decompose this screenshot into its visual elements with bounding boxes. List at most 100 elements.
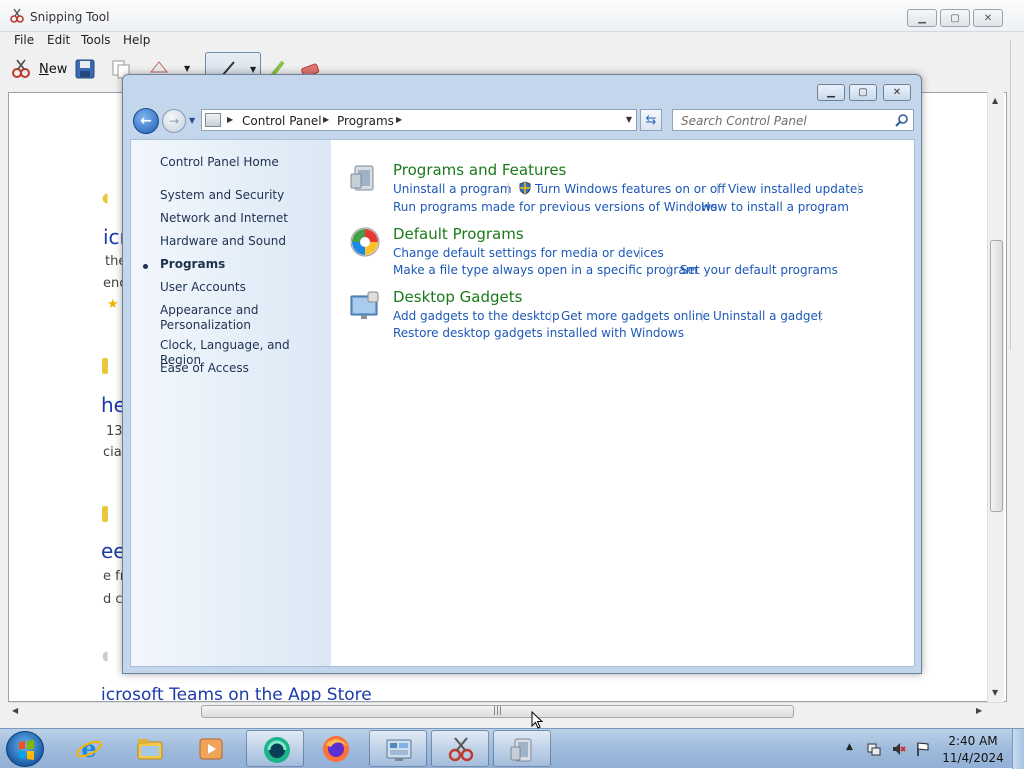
desktop-gadgets-icon[interactable] — [349, 290, 381, 322]
volume-muted-icon[interactable] — [891, 741, 907, 757]
taskbar-programs[interactable] — [493, 730, 551, 767]
minimize-button[interactable]: ▁ — [907, 9, 937, 27]
cp-close-button[interactable]: ✕ — [883, 84, 911, 101]
main-content: Programs and Features Uninstall a progra… — [331, 140, 914, 666]
breadcrumb-arrow-icon[interactable]: ▶ — [396, 115, 402, 124]
default-programs-icon[interactable] — [349, 226, 381, 258]
vertical-scroll-thumb[interactable] — [990, 240, 1003, 512]
search-input[interactable]: Search Control Panel — [672, 109, 914, 131]
menu-tools[interactable]: Tools — [81, 33, 111, 47]
category-desktop-gadgets[interactable]: Desktop Gadgets — [393, 288, 522, 306]
horizontal-scroll-thumb[interactable]: ||| — [201, 705, 794, 718]
recent-pages-dropdown-icon[interactable]: ▼ — [189, 116, 195, 125]
link-get-more-gadgets[interactable]: Get more gadgets online — [561, 309, 710, 323]
cp-maximize-button[interactable]: ▢ — [849, 84, 877, 101]
page-fragment-mark — [102, 506, 108, 522]
link-uninstall-program[interactable]: Uninstall a program — [393, 182, 512, 196]
nav-control-panel-home[interactable]: Control Panel Home — [160, 155, 279, 170]
taskbar-windows-explorer[interactable] — [121, 730, 179, 767]
nav-ease-of-access[interactable]: Ease of Access — [160, 361, 249, 376]
snipping-tool-titlebar: Snipping Tool ▁ ▢ ✕ — [0, 0, 1024, 32]
firefox-icon — [323, 736, 349, 762]
page-fragment: cia — [103, 445, 122, 460]
nav-network-and-internet[interactable]: Network and Internet — [160, 211, 288, 226]
link-separator — [690, 201, 691, 213]
link-how-to-install[interactable]: How to install a program — [701, 200, 849, 214]
scroll-left-icon[interactable]: ◀ — [12, 706, 18, 715]
nav-programs[interactable]: Programs — [160, 257, 225, 272]
link-uninstall-gadget[interactable]: Uninstall a gadget — [713, 309, 823, 323]
link-separator — [702, 310, 703, 322]
clock-time[interactable]: 2:40 AM — [940, 734, 1006, 748]
back-button[interactable]: ← — [133, 108, 159, 134]
category-programs-and-features[interactable]: Programs and Features — [393, 161, 566, 179]
show-hidden-icons-icon[interactable]: ▲ — [846, 742, 853, 752]
vertical-scrollbar[interactable]: ▲ ▼ — [987, 92, 1004, 702]
close-icon: ✕ — [983, 12, 993, 24]
outer-scrollbar[interactable] — [1010, 40, 1024, 350]
link-view-installed-updates[interactable]: View installed updates — [728, 182, 864, 196]
breadcrumb-arrow-icon[interactable]: ▶ — [227, 115, 233, 124]
link-file-type-always-open[interactable]: Make a file type always open in a specif… — [393, 263, 697, 277]
link-separator — [508, 183, 509, 195]
taskbar-internet-explorer[interactable]: e — [60, 730, 118, 767]
link-turn-windows-features[interactable]: Turn Windows features on or off — [535, 182, 726, 196]
taskbar-app[interactable] — [246, 730, 304, 767]
window-title: Snipping Tool — [30, 10, 110, 24]
nav-hardware-and-sound[interactable]: Hardware and Sound — [160, 234, 286, 249]
control-panel-icon — [205, 113, 221, 127]
breadcrumb-programs[interactable]: Programs — [337, 114, 394, 128]
flag-icon[interactable] — [915, 741, 931, 757]
forward-button[interactable]: → — [162, 109, 186, 133]
link-run-older-programs[interactable]: Run programs made for previous versions … — [393, 200, 717, 214]
link-separator — [639, 247, 640, 259]
nav-system-and-security[interactable]: System and Security — [160, 188, 284, 203]
control-panel-window: ▁ ▢ ✕ ← → ▼ ▶ Control Panel ▶ Programs ▶… — [122, 74, 922, 674]
show-desktop-button[interactable] — [1012, 729, 1024, 769]
programs-features-icon[interactable] — [349, 162, 381, 194]
horizontal-scrollbar[interactable]: ◀ ||| ▶ — [8, 702, 1004, 719]
taskbar-media-player[interactable] — [182, 730, 240, 767]
star-icon: ★ — [107, 297, 119, 312]
menu-edit[interactable]: Edit — [47, 33, 70, 47]
link-add-gadgets[interactable]: Add gadgets to the desktop — [393, 309, 560, 323]
link-restore-gadgets[interactable]: Restore desktop gadgets installed with W… — [393, 326, 684, 340]
menu-help[interactable]: Help — [123, 33, 150, 47]
category-default-programs[interactable]: Default Programs — [393, 225, 524, 243]
address-dropdown-icon[interactable]: ▼ — [626, 115, 632, 124]
nav-user-accounts[interactable]: User Accounts — [160, 280, 246, 295]
nav-appearance-and-personalization[interactable]: Appearance and — [160, 303, 258, 318]
save-icon[interactable] — [74, 58, 96, 80]
control-panel-titlebar[interactable]: ▁ ▢ ✕ — [123, 75, 921, 105]
close-button[interactable]: ✕ — [973, 9, 1003, 27]
minimize-icon: ▁ — [827, 87, 835, 98]
new-snip-icon[interactable] — [10, 58, 32, 80]
address-bar[interactable]: ▶ Control Panel ▶ Programs ▶ ▼ — [201, 109, 637, 131]
clock-date[interactable]: 11/4/2024 — [940, 751, 1006, 765]
breadcrumb-control-panel[interactable]: Control Panel — [242, 114, 322, 128]
scroll-down-icon[interactable]: ▼ — [992, 688, 998, 697]
refresh-icon: ⇆ — [645, 112, 657, 128]
menu-file[interactable]: File — [14, 33, 34, 47]
taskbar-firefox[interactable] — [307, 730, 365, 767]
taskbar-control-panel[interactable] — [369, 730, 427, 767]
refresh-button[interactable]: ⇆ — [640, 109, 662, 131]
link-change-default-media[interactable]: Change default settings for media or dev… — [393, 246, 664, 260]
maximize-button[interactable]: ▢ — [940, 9, 970, 27]
cp-minimize-button[interactable]: ▁ — [817, 84, 845, 101]
scroll-right-icon[interactable]: ▶ — [976, 706, 982, 715]
nav-appearance-and-personalization-line2[interactable]: Personalization — [160, 318, 251, 333]
scroll-up-icon[interactable]: ▲ — [992, 96, 998, 105]
start-button[interactable] — [6, 731, 44, 767]
link-set-default-programs[interactable]: Set your default programs — [680, 263, 838, 277]
search-icon[interactable] — [895, 113, 909, 127]
control-panel-body: Control Panel Home System and Security N… — [130, 139, 915, 667]
breadcrumb-arrow-icon[interactable]: ▶ — [323, 115, 329, 124]
link-separator — [717, 183, 718, 195]
send-dropdown-arrow-icon[interactable]: ▼ — [184, 64, 190, 73]
new-button-label[interactable]: New — [39, 62, 67, 77]
taskbar-snipping-tool[interactable] — [431, 730, 489, 767]
page-bottom-line: icrosoft Teams on the App Store — [101, 685, 372, 702]
action-center-icon[interactable] — [866, 741, 882, 757]
svg-text:e: e — [81, 735, 96, 763]
